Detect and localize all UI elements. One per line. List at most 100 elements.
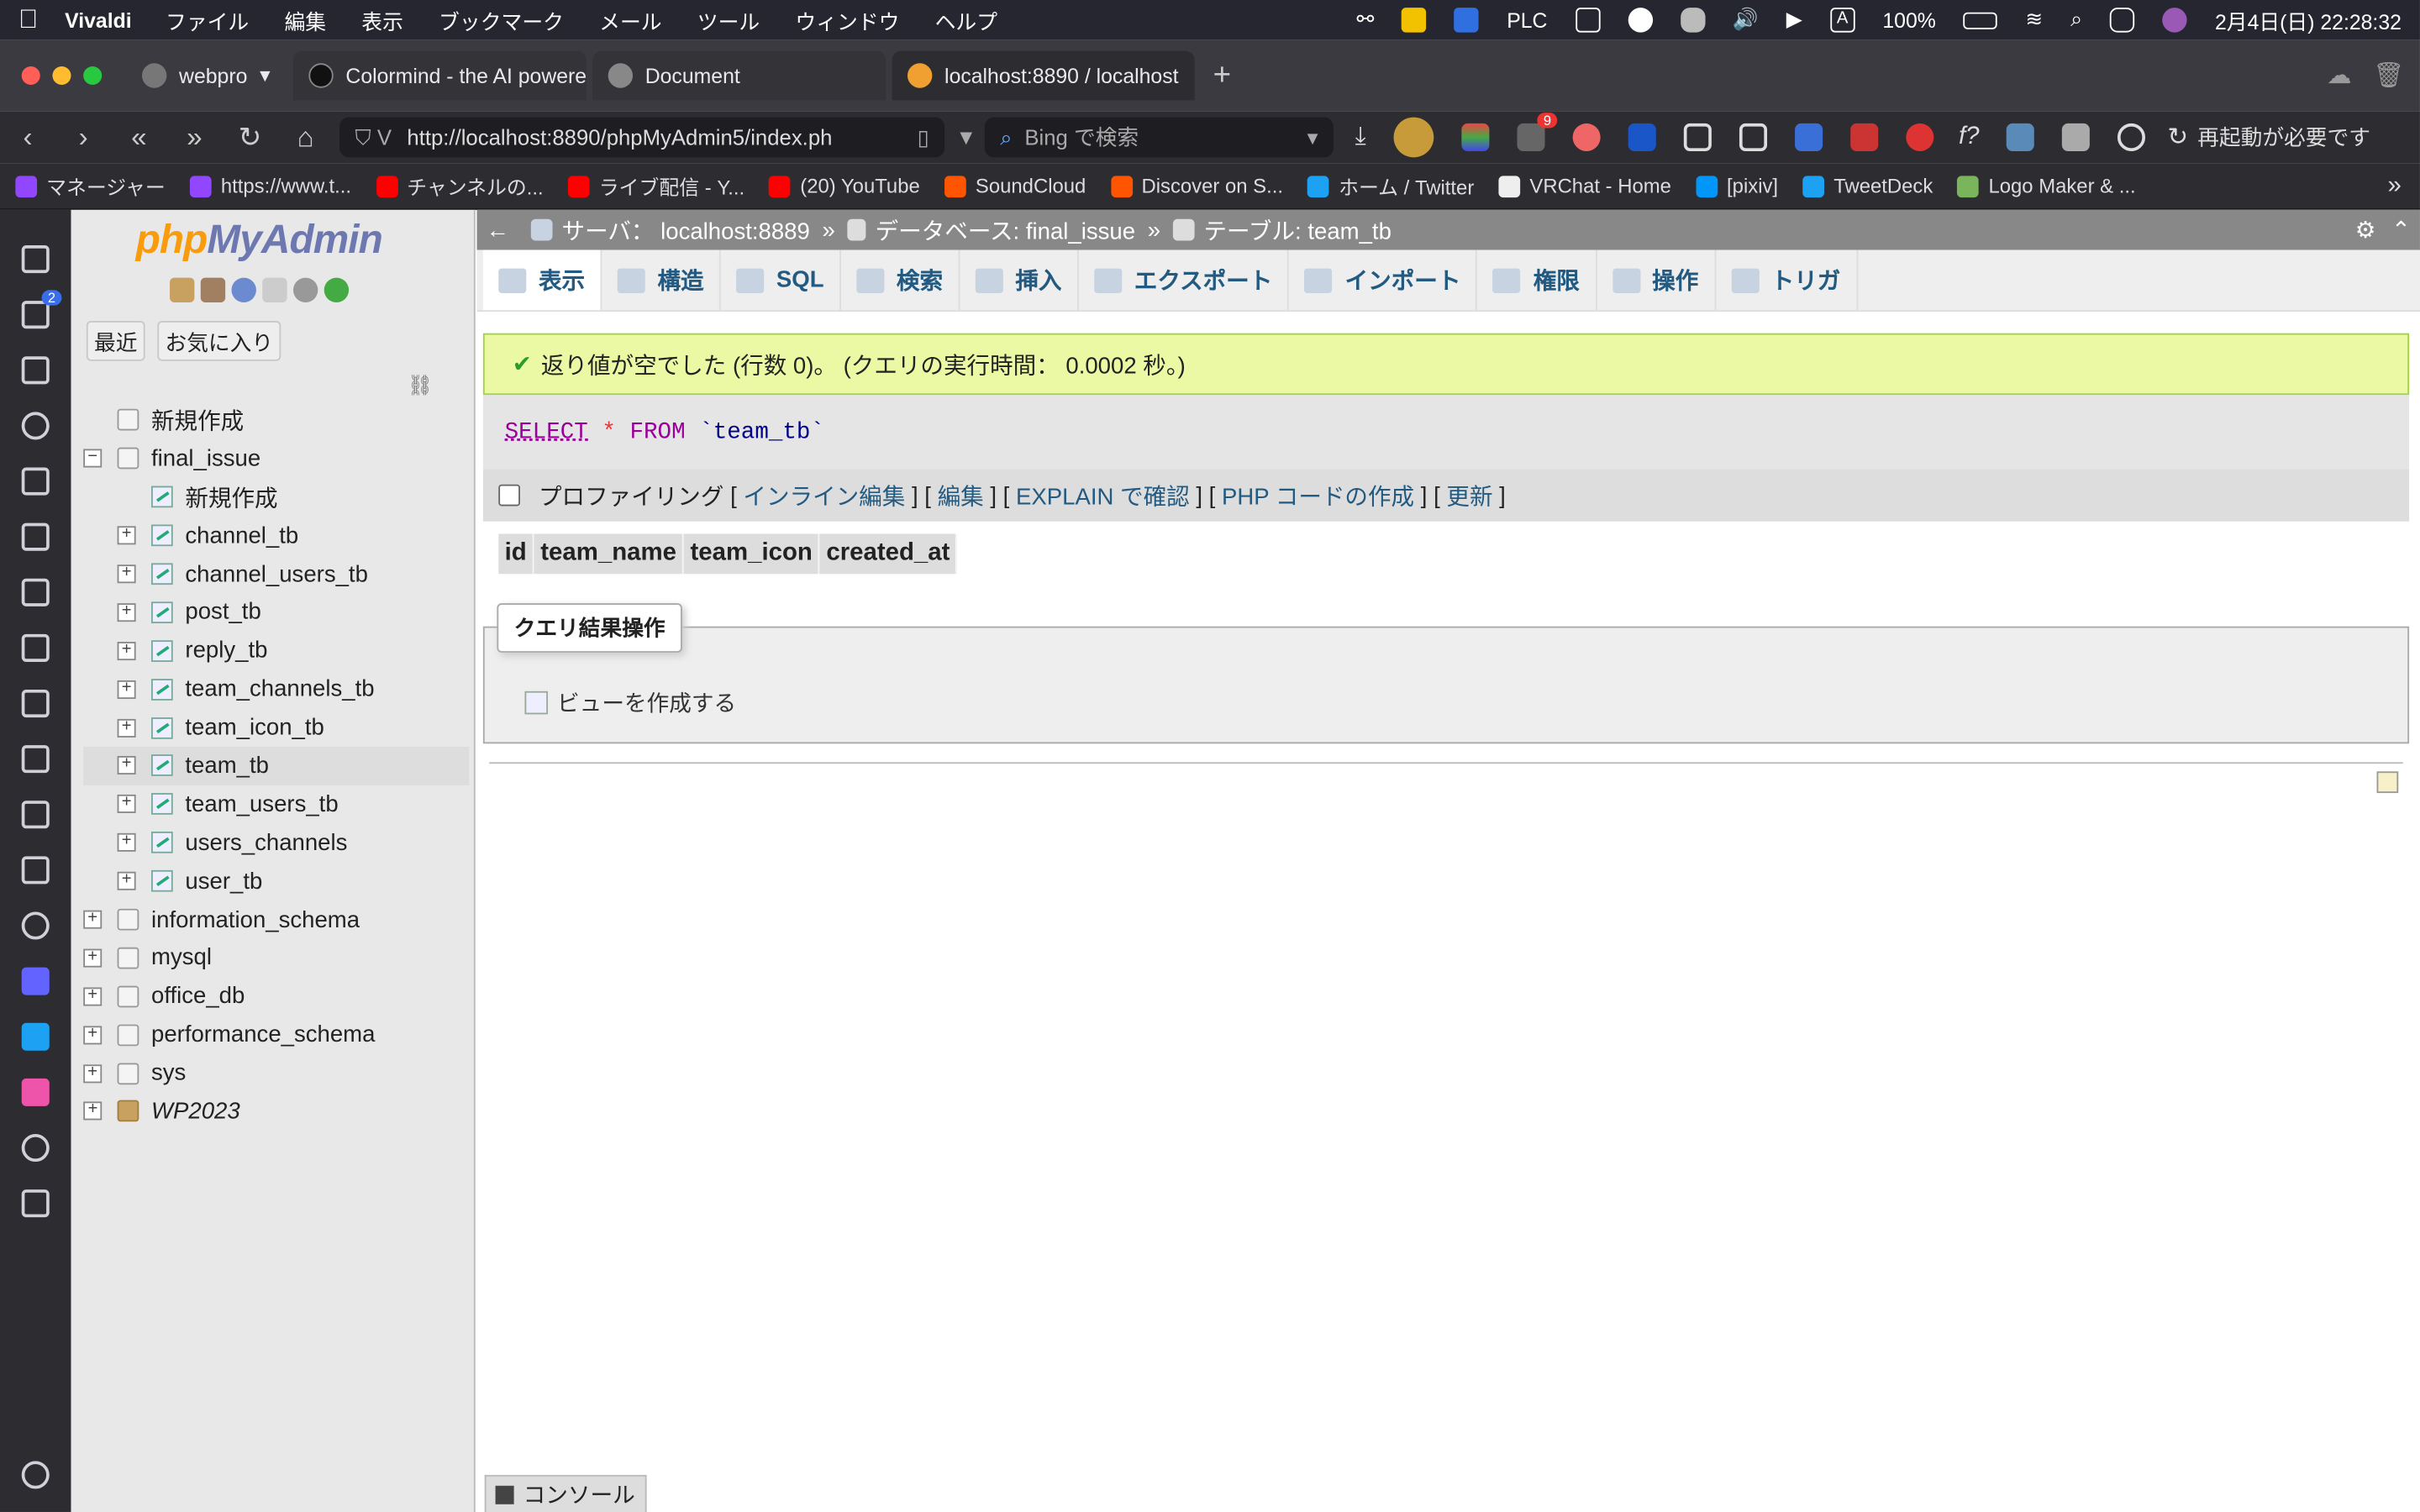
tree-table[interactable]: + post_tb bbox=[83, 593, 469, 632]
bookmark-item[interactable]: VRChat - Home bbox=[1498, 175, 1671, 197]
translate-panel-icon[interactable] bbox=[21, 578, 50, 606]
bookmark-item[interactable]: Discover on S... bbox=[1110, 175, 1283, 197]
logout-icon[interactable] bbox=[200, 277, 226, 302]
tree-table[interactable]: + reply_tb bbox=[83, 632, 469, 670]
tab-insert[interactable]: 挿入 bbox=[960, 249, 1079, 311]
twitter-panel-icon[interactable] bbox=[21, 1022, 50, 1051]
expand-icon[interactable]: + bbox=[117, 832, 136, 853]
expand-icon[interactable]: + bbox=[117, 795, 136, 814]
zoom-window-button[interactable] bbox=[83, 66, 103, 86]
history-panel-icon[interactable] bbox=[21, 412, 50, 440]
audio-extension-icon[interactable] bbox=[2007, 123, 2035, 151]
menu-edit[interactable]: 編集 bbox=[284, 5, 326, 36]
menu-view[interactable]: 表示 bbox=[361, 5, 403, 36]
expand-icon[interactable]: + bbox=[83, 1063, 103, 1083]
explain-link[interactable]: EXPLAIN で確認 bbox=[1016, 479, 1190, 512]
menu-tools[interactable]: ツール bbox=[697, 5, 760, 36]
expand-icon[interactable]: + bbox=[117, 641, 136, 660]
settings-icon[interactable] bbox=[292, 277, 318, 302]
downloads-panel-icon[interactable] bbox=[21, 356, 50, 385]
tab-phpmyadmin[interactable]: localhost:8890 / localhost bbox=[892, 50, 1195, 101]
site-security-icon[interactable]: ⛉ V bbox=[355, 124, 392, 150]
play-icon[interactable]: ▶ bbox=[1786, 8, 1802, 32]
collapse-header-icon[interactable]: ⌃ bbox=[2391, 216, 2411, 244]
home-button[interactable]: ⌂ bbox=[278, 121, 334, 154]
expand-icon[interactable]: + bbox=[83, 1101, 103, 1121]
tree-db-new[interactable]: 新規作成 bbox=[83, 478, 469, 517]
menu-window[interactable]: ウィンドウ bbox=[795, 5, 899, 36]
link-with-main-icon[interactable]: ⛓ bbox=[408, 373, 433, 397]
tree-new[interactable]: 新規作成 bbox=[83, 402, 469, 440]
bookmark-query-icon[interactable] bbox=[2376, 771, 2399, 794]
cloud-sync-icon[interactable]: ☁ bbox=[2327, 60, 2351, 92]
feeds-panel-icon[interactable] bbox=[21, 801, 50, 829]
tab-operations[interactable]: 操作 bbox=[1597, 249, 1716, 311]
column-header[interactable]: id bbox=[498, 533, 534, 575]
column-header[interactable]: created_at bbox=[820, 533, 958, 575]
breadcrumb-table[interactable]: テーブル: team_tb bbox=[1203, 213, 1391, 246]
console-toggle[interactable]: コンソール bbox=[484, 1474, 646, 1512]
create-view-link[interactable]: ビューを作成する bbox=[524, 686, 736, 719]
window-panel-icon[interactable] bbox=[21, 522, 50, 551]
menu-mail[interactable]: メール bbox=[599, 5, 661, 36]
tab-sql[interactable]: SQL bbox=[721, 249, 841, 311]
clock[interactable]: 2月4日(日) 22:28:32 bbox=[2215, 5, 2402, 36]
expand-icon[interactable]: + bbox=[83, 948, 103, 968]
collapse-icon[interactable]: − bbox=[83, 449, 103, 469]
battery-icon[interactable] bbox=[1963, 11, 1998, 29]
bookmark-item[interactable]: SoundCloud bbox=[944, 175, 1086, 197]
bookmark-item[interactable]: ライブ配信 - Y... bbox=[568, 171, 744, 201]
bookmark-item[interactable]: TweetDeck bbox=[1802, 175, 1933, 197]
trash-icon[interactable]: 🗑 bbox=[2373, 60, 2404, 92]
refresh-link[interactable]: 更新 bbox=[1446, 479, 1492, 512]
expand-icon[interactable]: + bbox=[117, 679, 136, 699]
column-header[interactable]: team_name bbox=[534, 533, 685, 575]
tab-document[interactable]: Document bbox=[592, 50, 886, 101]
expand-icon[interactable]: + bbox=[117, 756, 136, 775]
new-tab-button[interactable]: + bbox=[1213, 58, 1231, 93]
siri-icon[interactable] bbox=[2162, 8, 2187, 33]
help-icon[interactable] bbox=[231, 277, 256, 302]
expand-icon[interactable]: + bbox=[117, 602, 136, 622]
tree-db-group[interactable]: + WP2023 bbox=[83, 1092, 469, 1131]
bookmark-item[interactable]: ホーム / Twitter bbox=[1307, 171, 1474, 201]
back-button[interactable]: ‹ bbox=[0, 121, 55, 154]
expand-icon[interactable]: + bbox=[83, 910, 103, 929]
update-icon[interactable]: ↻ bbox=[2168, 122, 2189, 153]
tree-table[interactable]: + user_tb bbox=[83, 862, 469, 900]
tab-webpro[interactable]: webpro ▾ bbox=[127, 51, 287, 101]
cloud-icon[interactable] bbox=[1680, 8, 1705, 33]
tree-table[interactable]: + channel_tb bbox=[83, 517, 469, 555]
sql-keyword-select[interactable]: SELECT bbox=[505, 419, 588, 445]
search-engine-dropdown-icon[interactable]: ▾ bbox=[1307, 124, 1318, 150]
input-source-icon[interactable]: A bbox=[1829, 8, 1855, 33]
profiling-label[interactable]: プロファイリング bbox=[539, 479, 723, 512]
profiling-checkbox[interactable] bbox=[498, 484, 520, 507]
tree-db[interactable]: + information_schema bbox=[83, 900, 469, 939]
php-code-link[interactable]: PHP コードの作成 bbox=[1222, 479, 1414, 512]
tree-db[interactable]: + performance_schema bbox=[83, 1016, 469, 1054]
bookmarks-panel-icon[interactable] bbox=[21, 245, 50, 274]
expand-icon[interactable]: + bbox=[117, 871, 136, 891]
expand-icon[interactable]: + bbox=[83, 986, 103, 1006]
tree-table[interactable]: + team_channels_tb bbox=[83, 670, 469, 709]
app-menu[interactable]: Vivaldi bbox=[65, 8, 131, 32]
mail-panel-icon[interactable] bbox=[21, 633, 50, 662]
battery-label[interactable]: 100% bbox=[1882, 8, 1935, 32]
mastodon-icon[interactable] bbox=[21, 967, 50, 995]
copilot-icon[interactable] bbox=[21, 1078, 50, 1106]
fast-forward-button[interactable]: » bbox=[166, 121, 222, 154]
breadcrumb-database[interactable]: データベース: final_issue bbox=[876, 213, 1135, 246]
google-icon[interactable] bbox=[21, 1133, 50, 1163]
tree-table[interactable]: + users_channels bbox=[83, 823, 469, 862]
bookmark-item[interactable]: チャンネルの... bbox=[376, 171, 544, 201]
extension-icon-color[interactable] bbox=[1461, 123, 1490, 151]
contacts-panel-icon[interactable] bbox=[21, 856, 50, 885]
expand-icon[interactable]: + bbox=[117, 526, 136, 545]
tab-privileges[interactable]: 権限 bbox=[1478, 249, 1597, 311]
tab-search[interactable]: 検索 bbox=[841, 249, 960, 311]
apple-menu-icon[interactable]:  bbox=[18, 5, 43, 36]
reload-nav-icon[interactable] bbox=[324, 277, 350, 302]
inline-edit-link[interactable]: インライン編集 bbox=[743, 479, 905, 512]
function-icon[interactable]: f? bbox=[1959, 123, 1980, 151]
